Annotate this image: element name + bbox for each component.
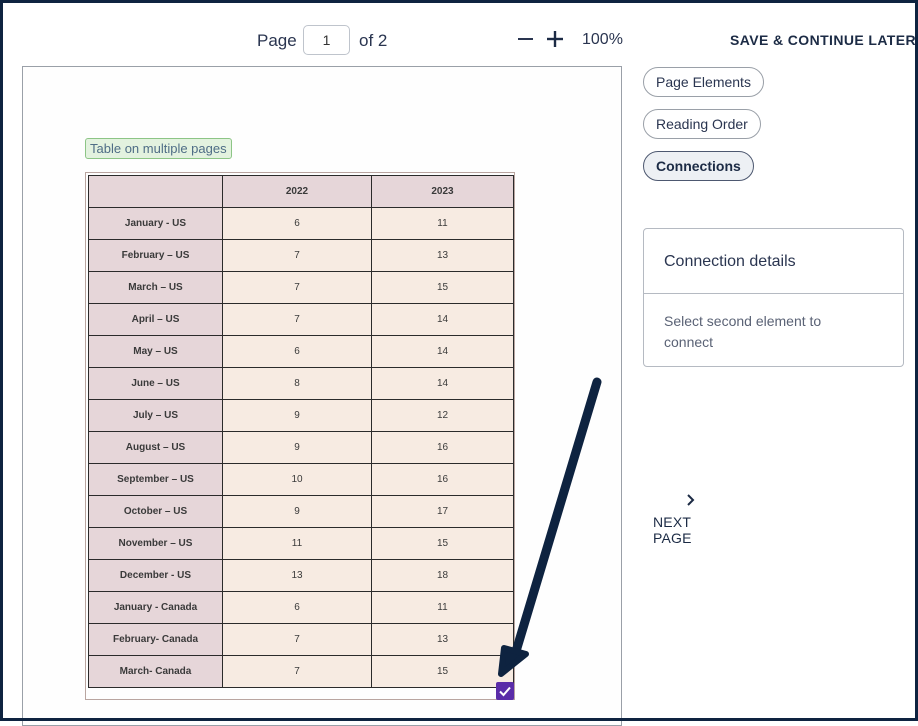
table-row: February – US 7 13: [88, 239, 514, 272]
zoom-in-button[interactable]: [544, 27, 566, 51]
region-tag-label[interactable]: Table on multiple pages: [85, 138, 232, 159]
row-label-cell: May – US: [88, 335, 223, 368]
row-label-cell: June – US: [88, 367, 223, 400]
row-label-cell: August – US: [88, 431, 223, 464]
value-cell: 16: [371, 463, 514, 496]
next-page-label: NEXT PAGE: [653, 514, 692, 546]
row-label-cell: March – US: [88, 271, 223, 304]
row-label-cell: April – US: [88, 303, 223, 336]
table-row: May – US 6 14: [88, 335, 514, 368]
chevron-right-icon: [687, 494, 695, 506]
value-cell: 7: [222, 623, 372, 656]
value-cell: 16: [371, 431, 514, 464]
table-row: March – US 7 15: [88, 271, 514, 304]
row-label-cell: December - US: [88, 559, 223, 592]
table-row: March- Canada 7 15: [88, 655, 514, 688]
value-cell: 7: [222, 303, 372, 336]
table-header-cell: 2022: [222, 175, 372, 208]
row-label-cell: January - US: [88, 207, 223, 240]
row-label-cell: January - Canada: [88, 591, 223, 624]
value-cell: 6: [222, 207, 372, 240]
minus-icon: [518, 38, 533, 40]
value-cell: 11: [371, 207, 514, 240]
table-header-row: 2022 2023: [88, 175, 514, 208]
row-label-cell: March- Canada: [88, 655, 223, 688]
value-cell: 14: [371, 367, 514, 400]
value-cell: 6: [222, 591, 372, 624]
value-cell: 7: [222, 655, 372, 688]
value-cell: 13: [371, 623, 514, 656]
value-cell: 7: [222, 271, 372, 304]
plus-icon: [547, 31, 563, 47]
table-row: April – US 7 14: [88, 303, 514, 336]
value-cell: 17: [371, 495, 514, 528]
value-cell: 6: [222, 335, 372, 368]
table-header-cell: 2023: [371, 175, 514, 208]
connection-details-title: Connection details: [664, 253, 796, 270]
value-cell: 11: [222, 527, 372, 560]
mode-reading-order[interactable]: Reading Order: [643, 109, 761, 139]
row-label-cell: February – US: [88, 239, 223, 272]
value-cell: 13: [222, 559, 372, 592]
mode-connections[interactable]: Connections: [643, 151, 754, 181]
table-row: June – US 8 14: [88, 367, 514, 400]
row-label-cell: November – US: [88, 527, 223, 560]
row-label-cell: July – US: [88, 399, 223, 432]
value-cell: 9: [222, 495, 372, 528]
value-cell: 9: [222, 399, 372, 432]
next-page-button[interactable]: NEXT PAGE: [653, 493, 733, 546]
mode-page-elements[interactable]: Page Elements: [643, 67, 764, 97]
table-row: January - US 6 11: [88, 207, 514, 240]
value-cell: 10: [222, 463, 372, 496]
table-row: February- Canada 7 13: [88, 623, 514, 656]
table-row: November – US 11 15: [88, 527, 514, 560]
table-row: October – US 9 17: [88, 495, 514, 528]
divider: [644, 293, 903, 294]
page-number-input[interactable]: [303, 25, 350, 55]
save-continue-later-button[interactable]: SAVE & CONTINUE LATER: [730, 32, 916, 48]
table-header-cell: [88, 175, 223, 208]
zoom-out-button[interactable]: [515, 27, 537, 51]
table-row: July – US 9 12: [88, 399, 514, 432]
page-count-label: of 2: [359, 31, 388, 50]
value-cell: 15: [371, 527, 514, 560]
table-row: December - US 13 18: [88, 559, 514, 592]
value-cell: 18: [371, 559, 514, 592]
checkmark-icon: [499, 686, 511, 697]
value-cell: 14: [371, 303, 514, 336]
row-label-cell: February- Canada: [88, 623, 223, 656]
row-label-cell: September – US: [88, 463, 223, 496]
value-cell: 7: [222, 239, 372, 272]
page-label: Page: [257, 31, 297, 50]
value-cell: 15: [371, 655, 514, 688]
table-row: August – US 9 16: [88, 431, 514, 464]
value-cell: 15: [371, 271, 514, 304]
table-selected-checkbox[interactable]: [496, 682, 514, 700]
row-label-cell: October – US: [88, 495, 223, 528]
value-cell: 11: [371, 591, 514, 624]
connection-details-card: Connection details Select second element…: [643, 228, 904, 367]
zoom-level: 100%: [582, 31, 623, 48]
connection-details-instructions: Select second element to connect: [664, 313, 822, 350]
table-row: September – US 10 16: [88, 463, 514, 496]
table-row: January - Canada 6 11: [88, 591, 514, 624]
document-table: 2022 2023 January - US 6 11 February – US 7…: [88, 175, 514, 688]
value-cell: 12: [371, 399, 514, 432]
value-cell: 8: [222, 367, 372, 400]
value-cell: 9: [222, 431, 372, 464]
value-cell: 13: [371, 239, 514, 272]
value-cell: 14: [371, 335, 514, 368]
